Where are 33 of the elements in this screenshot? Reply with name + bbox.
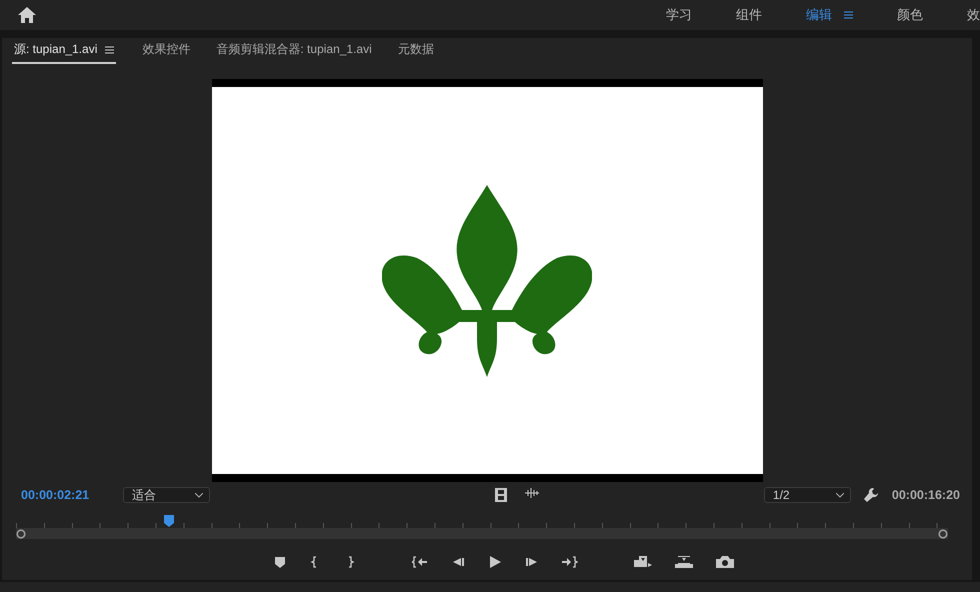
insert-icon[interactable] [634, 556, 652, 568]
camera-icon[interactable] [716, 556, 734, 568]
step-forward-icon[interactable] [525, 556, 539, 568]
menu-icon[interactable] [105, 46, 114, 54]
home-icon[interactable] [18, 7, 36, 23]
panel-tab[interactable]: 音频剪辑混合器: tupian_1.avi [214, 41, 392, 64]
menu-icon[interactable] [844, 11, 853, 19]
play-icon[interactable] [488, 556, 502, 568]
workspace-tab[interactable]: 颜色 [875, 6, 945, 24]
step-back-icon[interactable] [451, 556, 465, 568]
workspace-tab[interactable]: 效 [945, 6, 980, 24]
panel-tab[interactable]: 元数据 [396, 41, 454, 64]
overwrite-icon[interactable] [675, 556, 693, 568]
out-handle-icon[interactable] [938, 528, 948, 538]
duration-timecode: 00:00:16:20 [892, 488, 960, 502]
film-icon[interactable] [494, 488, 507, 502]
in-handle-icon[interactable] [16, 528, 26, 538]
panel-tab[interactable]: 源: tupian_1.avi [12, 41, 116, 64]
chevron-icon [836, 492, 844, 498]
panel-tab[interactable]: 效果控件 [140, 41, 210, 64]
go-to-out-icon[interactable] [562, 556, 578, 568]
workspace-tab[interactable]: 组件 [714, 6, 784, 24]
playhead[interactable] [164, 515, 174, 527]
chevron-icon [195, 492, 203, 498]
workspace-tab[interactable]: 编辑 [784, 6, 875, 24]
wrench-icon[interactable] [864, 488, 878, 502]
current-timecode[interactable]: 00:00:02:21 [21, 488, 123, 502]
marker-icon[interactable] [274, 556, 286, 568]
resolution-dropdown[interactable]: 1/2 [764, 487, 851, 503]
waveform-icon[interactable] [524, 488, 539, 498]
workspace-tab[interactable]: 学习 [646, 6, 714, 24]
zoom-dropdown[interactable]: 适合 [123, 487, 210, 503]
go-to-in-icon[interactable] [412, 556, 428, 568]
